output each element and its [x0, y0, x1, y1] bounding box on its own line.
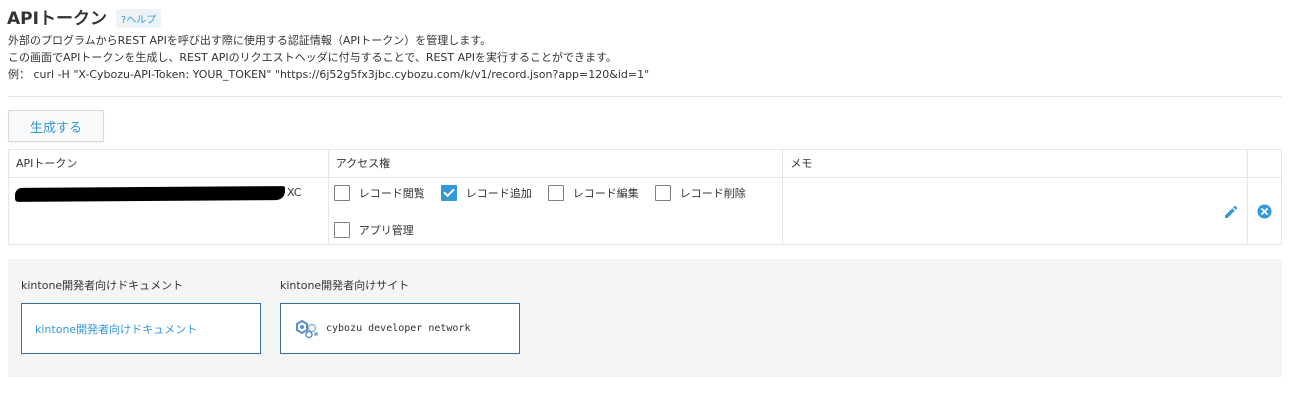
help-link[interactable]: ?ヘルプ — [115, 8, 162, 28]
column-header-access: アクセス権 — [327, 149, 784, 178]
redacted-token — [14, 186, 286, 202]
site-link-box[interactable]: cybozu developer network — [280, 303, 520, 354]
api-token-table: APIトークン アクセス権 メモ XC レコード閲覧 レコード追加 レコード編集… — [8, 149, 1283, 245]
cybozu-developer-network-logo: cybozu developer network — [294, 319, 471, 339]
generate-button[interactable]: 生成する — [8, 110, 104, 142]
docs-link-box[interactable]: kintone開発者向けドキュメント — [21, 303, 261, 354]
permission-delete[interactable]: レコード削除 — [654, 184, 746, 202]
permission-label: レコード追加 — [465, 187, 532, 200]
page-header: APIトークン ?ヘルプ — [7, 4, 162, 29]
site-link[interactable]: cybozu developer network — [326, 323, 471, 334]
table-header-row: APIトークン アクセス権 メモ — [8, 149, 1283, 178]
permission-add-checkbox[interactable] — [440, 185, 457, 201]
description-example: 例： curl -H "X-Cybozu-API-Token: YOUR_TOK… — [8, 68, 650, 81]
close-circle-icon[interactable] — [1257, 204, 1272, 219]
description-line: この画面でAPIトークンを生成し、REST APIのリクエストヘッダに付与するこ… — [8, 51, 617, 64]
permission-view[interactable]: レコード閲覧 — [333, 184, 425, 202]
permission-label: アプリ管理 — [358, 224, 414, 237]
permission-label: レコード削除 — [679, 187, 746, 200]
access-cell: レコード閲覧 レコード追加 レコード編集 レコード削除 アプリ管理 — [327, 177, 784, 245]
permission-edit[interactable]: レコード編集 — [547, 184, 639, 202]
permission-add[interactable]: レコード追加 — [440, 184, 532, 202]
permission-delete-checkbox[interactable] — [654, 185, 671, 201]
token-cell: XC — [8, 177, 329, 245]
site-block: kintone開発者向けサイト cybozu developer network — [280, 277, 520, 354]
column-header-actions — [1246, 149, 1283, 178]
actions-cell — [1246, 177, 1283, 245]
docs-title: kintone開発者向けドキュメント — [21, 279, 184, 292]
permission-view-checkbox[interactable] — [333, 185, 350, 201]
permission-app-admin[interactable]: アプリ管理 — [333, 221, 414, 239]
cdn-logo-icon — [296, 319, 318, 338]
permission-edit-checkbox[interactable] — [547, 185, 564, 201]
token-visible-tail: XC — [287, 186, 302, 199]
developer-resources: kintone開発者向けドキュメント kintone開発者向けドキュメント ki… — [8, 259, 1282, 377]
permission-label: レコード編集 — [572, 187, 639, 200]
permission-label: レコード閲覧 — [358, 187, 425, 200]
column-header-memo: メモ — [782, 149, 1248, 178]
description-line: 外部のプログラムからREST APIを呼び出す際に使用する認証情報（APIトーク… — [8, 34, 492, 47]
docs-link[interactable]: kintone開発者向けドキュメント — [35, 321, 197, 337]
description: 外部のプログラムからREST APIを呼び出す際に使用する認証情報（APIトーク… — [8, 32, 649, 83]
page-title: APIトークン — [7, 9, 107, 29]
divider — [8, 96, 1282, 97]
table-row: XC レコード閲覧 レコード追加 レコード編集 レコード削除 アプリ管理 — [8, 177, 1283, 245]
memo-cell — [782, 177, 1248, 245]
site-title: kintone開発者向けサイト — [280, 279, 410, 292]
permission-app-admin-checkbox[interactable] — [333, 222, 350, 238]
docs-block: kintone開発者向けドキュメント kintone開発者向けドキュメント — [21, 277, 261, 354]
column-header-token: APIトークン — [8, 149, 329, 178]
pencil-icon[interactable] — [1223, 204, 1239, 220]
